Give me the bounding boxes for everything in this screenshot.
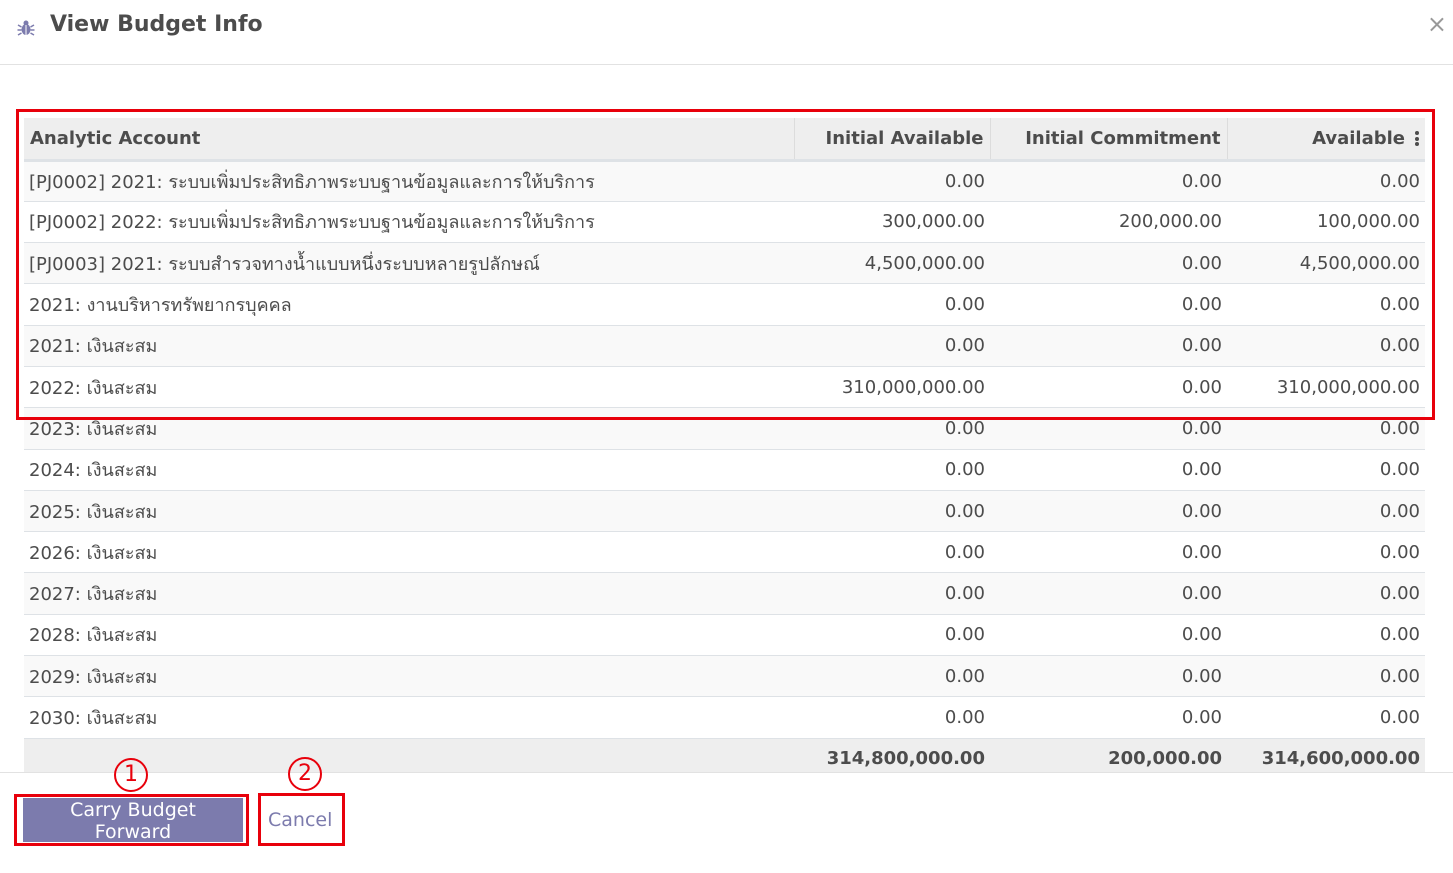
cell-initial-commitment: 0.00 [990,407,1227,450]
cell-analytic-account: 2024: เงินสะสม [24,448,794,491]
table-row[interactable]: 2022: เงินสะสม 310,000,000.00 0.00 310,000,… [24,365,1425,408]
cell-initial-available: 4,500,000.00 [794,242,990,284]
cell-initial-commitment: 0.00 [990,365,1227,408]
cell-initial-commitment: 0.00 [990,159,1227,202]
cell-analytic-account: 2027: เงินสะสม [24,572,794,615]
cell-initial-commitment: 0.00 [990,696,1227,739]
cell-initial-commitment: 200,000.00 [990,200,1227,243]
cell-available: 0.00 [1227,531,1425,573]
dialog-header: View Budget Info × [0,0,1453,65]
cell-analytic-account: 2030: เงินสะสม [24,696,794,739]
table-row[interactable]: [PJ0003] 2021: ระบบสำรวจทางน้ำแบบหนึ่งระ… [24,242,1425,284]
cell-initial-commitment: 0.00 [990,448,1227,491]
table-row[interactable]: 2026: เงินสะสม 0.00 0.00 0.00 [24,531,1425,573]
cell-initial-available: 0.00 [794,655,990,697]
cell-available: 0.00 [1227,696,1425,739]
optional-columns-icon[interactable] [1415,130,1419,148]
cell-analytic-account: [PJ0002] 2022: ระบบเพิ่มประสิทธิภาพระบบฐ… [24,200,794,243]
cell-analytic-account: [PJ0003] 2021: ระบบสำรวจทางน้ำแบบหนึ่งระ… [24,242,794,284]
table-row[interactable]: 2030: เงินสะสม 0.00 0.00 0.00 [24,696,1425,739]
cell-available: 0.00 [1227,324,1425,367]
cell-analytic-account: 2021: งานบริหารทรัพยากรบุคคล [24,283,794,326]
cell-initial-commitment: 0.00 [990,242,1227,284]
cell-initial-available: 0.00 [794,696,990,739]
cell-initial-commitment: 0.00 [990,572,1227,615]
cell-available: 4,500,000.00 [1227,242,1425,284]
column-header-available[interactable]: Available [1226,118,1425,162]
cell-available: 0.00 [1227,448,1425,491]
column-header-analytic-account[interactable]: Analytic Account [24,118,794,162]
cell-initial-available: 0.00 [794,283,990,326]
cell-available: 310,000,000.00 [1227,365,1425,408]
cell-analytic-account: 2023: เงินสะสม [24,407,794,450]
cell-initial-available: 0.00 [794,613,990,656]
cell-available: 0.00 [1227,572,1425,615]
cell-analytic-account: 2022: เงินสะสม [24,365,794,408]
annotation-marker-2: 2 [288,757,322,791]
cell-initial-available: 0.00 [794,407,990,450]
cell-initial-commitment: 0.00 [990,531,1227,573]
table-row[interactable]: 2024: เงินสะสม 0.00 0.00 0.00 [24,448,1425,491]
cell-available: 0.00 [1227,613,1425,656]
table-header-row: Analytic Account Initial Available Initi… [24,118,1425,162]
cell-initial-commitment: 0.00 [990,283,1227,326]
table-row[interactable]: 2028: เงินสะสม 0.00 0.00 0.00 [24,613,1425,656]
cell-initial-available: 310,000,000.00 [794,365,990,408]
cell-initial-available: 0.00 [794,531,990,573]
cell-initial-available: 0.00 [794,572,990,615]
cell-initial-commitment: 0.00 [990,613,1227,656]
cell-analytic-account: 2026: เงินสะสม [24,531,794,573]
table-row[interactable]: 2029: เงินสะสม 0.00 0.00 0.00 [24,655,1425,697]
cell-analytic-account: 2021: เงินสะสม [24,324,794,367]
bug-icon [17,20,35,36]
column-header-initial-available[interactable]: Initial Available [793,118,990,162]
table-row[interactable]: 2025: เงินสะสม 0.00 0.00 0.00 [24,489,1425,532]
table-row[interactable]: 2023: เงินสะสม 0.00 0.00 0.00 [24,407,1425,450]
cell-initial-commitment: 0.00 [990,324,1227,367]
cell-available: 0.00 [1227,159,1425,202]
table-row[interactable]: [PJ0002] 2021: ระบบเพิ่มประสิทธิภาพระบบฐ… [24,159,1425,202]
table-row[interactable]: 2027: เงินสะสม 0.00 0.00 0.00 [24,572,1425,615]
cell-initial-available: 300,000.00 [794,200,990,243]
table-row[interactable]: 2021: งานบริหารทรัพยากรบุคคล 0.00 0.00 0.00 [24,283,1425,326]
cancel-button[interactable]: Cancel [262,800,334,840]
cell-initial-commitment: 0.00 [990,655,1227,697]
cell-analytic-account: [PJ0002] 2021: ระบบเพิ่มประสิทธิภาพระบบฐ… [24,159,794,202]
cell-available: 0.00 [1227,489,1425,532]
budget-table: Analytic Account Initial Available Initi… [24,118,1425,779]
column-header-available-label: Available [1312,127,1405,149]
cell-initial-commitment: 0.00 [990,489,1227,532]
cell-initial-available: 0.00 [794,159,990,202]
carry-budget-forward-button[interactable]: Carry Budget Forward [23,798,243,843]
annotation-marker-1: 1 [114,758,148,792]
cell-analytic-account: 2028: เงินสะสม [24,613,794,656]
table-row[interactable]: [PJ0002] 2022: ระบบเพิ่มประสิทธิภาพระบบฐ… [24,200,1425,243]
cell-available: 100,000.00 [1227,200,1425,243]
cell-available: 0.00 [1227,283,1425,326]
cell-analytic-account: 2029: เงินสะสม [24,655,794,697]
dialog-title: View Budget Info [50,12,263,37]
column-header-initial-commitment[interactable]: Initial Commitment [989,118,1227,162]
cell-initial-available: 0.00 [794,324,990,367]
cell-available: 0.00 [1227,655,1425,697]
cell-available: 0.00 [1227,407,1425,450]
table-row[interactable]: 2021: เงินสะสม 0.00 0.00 0.00 [24,324,1425,367]
cell-initial-available: 0.00 [794,489,990,532]
cell-analytic-account: 2025: เงินสะสม [24,489,794,532]
close-icon[interactable]: × [1427,10,1447,38]
cell-initial-available: 0.00 [794,448,990,491]
budget-table-container: Analytic Account Initial Available Initi… [24,118,1425,779]
